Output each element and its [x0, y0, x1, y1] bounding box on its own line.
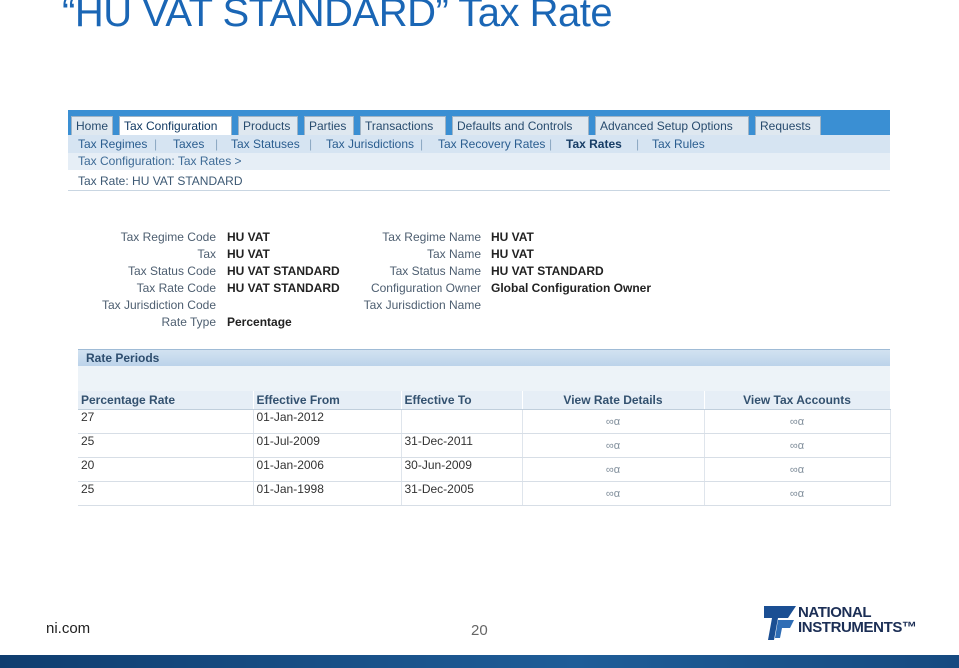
footer-website: ni.com [46, 620, 91, 637]
table-row: 27 01-Jan-2012 ∞α ∞α [78, 409, 891, 434]
field-label: Tax Jurisdiction Name [363, 298, 481, 312]
table-header-row: Percentage Rate Effective From Effective… [78, 391, 891, 410]
field-label: Tax Name [426, 247, 481, 261]
field-label: Tax Regime Name [382, 230, 481, 244]
field-label: Configuration Owner [370, 281, 481, 295]
view-tax-accounts-icon[interactable]: ∞α [704, 433, 891, 458]
effective-to-cell: 31-Dec-2005 [401, 481, 523, 506]
effective-from-cell: 01-Jan-1998 [253, 481, 402, 506]
view-rate-details-icon[interactable]: ∞α [522, 481, 705, 506]
main-tab-bar: Home Tax Configuration Products Parties … [68, 110, 890, 135]
effective-from-cell: 01-Jul-2009 [253, 433, 402, 458]
tab-defaults-and-controls[interactable]: Defaults and Controls [452, 116, 589, 135]
column-header: Effective To [401, 391, 523, 410]
rate-periods-table: Percentage Rate Effective From Effective… [78, 391, 891, 506]
table-row: 25 01-Jul-2009 31-Dec-2011 ∞α ∞α [78, 433, 891, 458]
rate-periods-header: Rate Periods [78, 349, 890, 366]
national-instruments-logo: NATIONAL INSTRUMENTS™ [764, 604, 919, 642]
subnav-tax-regimes[interactable]: Tax Regimes [78, 137, 147, 151]
tab-advanced-setup-options[interactable]: Advanced Setup Options [595, 116, 749, 135]
percentage-rate-cell: 25 [78, 433, 254, 458]
column-header: View Rate Details [522, 391, 705, 410]
subnav-tax-recovery-rates[interactable]: Tax Recovery Rates [438, 137, 545, 151]
page-number: 20 [471, 622, 488, 639]
tax-regime-name-value: HU VAT [491, 230, 534, 244]
subnav-separator: | [154, 137, 158, 151]
subnav-separator: | [636, 137, 640, 151]
effective-to-cell [401, 409, 523, 434]
table-row: 20 01-Jan-2006 30-Jun-2009 ∞α ∞α [78, 457, 891, 482]
view-rate-details-icon[interactable]: ∞α [522, 457, 705, 482]
sub-navigation: Tax Regimes | Taxes | Tax Statuses | Tax… [68, 135, 890, 153]
effective-to-cell: 31-Dec-2011 [401, 433, 523, 458]
tab-parties[interactable]: Parties [304, 116, 354, 135]
field-label: Rate Type [161, 315, 216, 329]
view-tax-accounts-icon[interactable]: ∞α [704, 409, 891, 434]
field-label: Tax Jurisdiction Code [101, 298, 216, 312]
column-header: Percentage Rate [78, 391, 254, 410]
subnav-tax-statuses[interactable]: Tax Statuses [231, 137, 300, 151]
field-label: Tax [197, 247, 216, 261]
field-label: Tax Rate Code [136, 281, 216, 295]
slide-title: “HU VAT STANDARD” Tax Rate [62, 0, 613, 35]
view-rate-details-icon[interactable]: ∞α [522, 409, 705, 434]
subnav-separator: | [549, 137, 553, 151]
subnav-separator: | [420, 137, 424, 151]
subnav-separator: | [215, 137, 219, 151]
subnav-separator: | [309, 137, 313, 151]
percentage-rate-cell: 25 [78, 481, 254, 506]
percentage-rate-cell: 27 [78, 409, 254, 434]
effective-to-cell: 30-Jun-2009 [401, 457, 523, 482]
tax-rate-details: Tax Regime Code HU VAT Tax HU VAT Tax St… [68, 230, 890, 330]
tax-regime-code-value: HU VAT [227, 230, 270, 244]
field-label: Tax Regime Code [120, 230, 216, 244]
field-label: Tax Status Name [389, 264, 481, 278]
field-label: Tax Status Code [127, 264, 216, 278]
column-header: Effective From [253, 391, 402, 410]
view-tax-accounts-icon[interactable]: ∞α [704, 457, 891, 482]
effective-from-cell: 01-Jan-2012 [253, 409, 402, 434]
tab-products[interactable]: Products [238, 116, 298, 135]
configuration-owner-value: Global Configuration Owner [491, 281, 651, 295]
subnav-taxes[interactable]: Taxes [173, 137, 204, 151]
effective-from-cell: 01-Jan-2006 [253, 457, 402, 482]
column-header: View Tax Accounts [704, 391, 891, 410]
rate-periods-toolbar [78, 366, 890, 391]
subnav-tax-rates[interactable]: Tax Rates [566, 137, 622, 151]
subnav-tax-jurisdictions[interactable]: Tax Jurisdictions [326, 137, 414, 151]
tax-status-name-value: HU VAT STANDARD [491, 264, 604, 278]
rate-type-value: Percentage [227, 315, 292, 329]
breadcrumb[interactable]: Tax Configuration: Tax Rates > [68, 153, 890, 170]
table-row: 25 01-Jan-1998 31-Dec-2005 ∞α ∞α [78, 481, 891, 506]
view-rate-details-icon[interactable]: ∞α [522, 433, 705, 458]
oracle-tax-app-screenshot: Home Tax Configuration Products Parties … [68, 110, 891, 510]
tab-transactions[interactable]: Transactions [360, 116, 446, 135]
subnav-tax-rules[interactable]: Tax Rules [652, 137, 705, 151]
tax-name-value: HU VAT [491, 247, 534, 261]
tab-requests[interactable]: Requests [755, 116, 821, 135]
percentage-rate-cell: 20 [78, 457, 254, 482]
page-header: Tax Rate: HU VAT STANDARD [68, 170, 890, 191]
footer-bar [0, 655, 959, 668]
tab-home[interactable]: Home [71, 116, 113, 135]
tab-tax-configuration[interactable]: Tax Configuration [119, 116, 232, 135]
tax-value: HU VAT [227, 247, 270, 261]
logo-line-2: INSTRUMENTS™ [798, 619, 917, 636]
view-tax-accounts-icon[interactable]: ∞α [704, 481, 891, 506]
ni-eagle-icon [764, 606, 796, 640]
